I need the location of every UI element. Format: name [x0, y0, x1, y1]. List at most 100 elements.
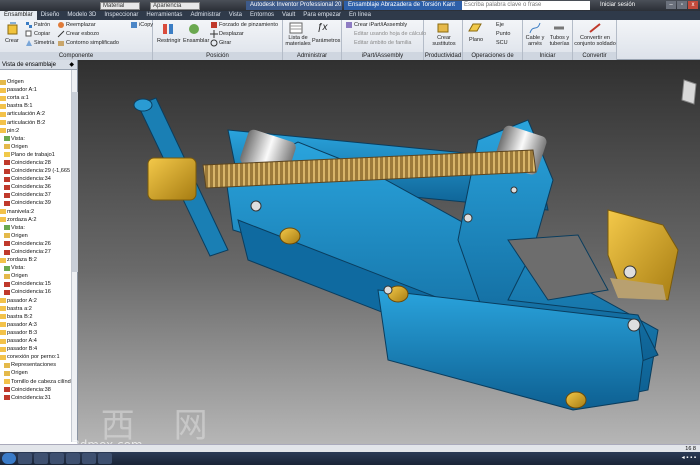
browser-tree-item[interactable]: Plano de trabajo1	[0, 151, 72, 159]
browser-scrollbar[interactable]	[71, 70, 78, 442]
browser-tree-item[interactable]: Vista:	[0, 264, 72, 272]
browser-tree-item[interactable]: Coincidencia:34	[0, 175, 72, 183]
editar-hoja-button[interactable]: Editar usando hoja de cálculo	[354, 31, 426, 37]
browser-tree-item[interactable]: Coincidencia:38	[0, 386, 72, 394]
browser-tree-item[interactable]: Origen	[0, 78, 72, 86]
browser-tree-item[interactable]: Origen	[0, 272, 72, 280]
taskbar-app-1[interactable]	[18, 453, 32, 464]
browser-tree-item[interactable]: manivela:2	[0, 208, 72, 216]
girar-button[interactable]: Girar	[219, 40, 231, 46]
browser-tree-item[interactable]: Coincidencia:29 (-1,665 m)	[0, 167, 72, 175]
browser-tree-item[interactable]: Origen	[0, 232, 72, 240]
browser-tree-item[interactable]: Coincidencia:26	[0, 240, 72, 248]
minimize-button[interactable]: –	[666, 1, 676, 9]
browser-tree-item[interactable]: Coincidencia:28	[0, 159, 72, 167]
place-component-icon[interactable]	[6, 22, 20, 36]
weldment-icon[interactable]	[588, 22, 602, 34]
cable-arnes-button[interactable]: Cable y arnés	[524, 35, 546, 47]
browser-tree-item[interactable]: zordaza B:2	[0, 256, 72, 264]
substitute-icon[interactable]	[436, 22, 450, 34]
browser-tree-item[interactable]: Coincidencia:15	[0, 280, 72, 288]
assemble-icon[interactable]	[187, 22, 201, 36]
browser-tree-item[interactable]: pasador A:4	[0, 337, 72, 345]
plano-button[interactable]: Plano	[469, 37, 483, 43]
browser-tree-item[interactable]: Coincidencia:16	[0, 288, 72, 296]
browser-tree-item[interactable]: pasador A:2	[0, 297, 72, 305]
eje-button[interactable]: Eje	[496, 22, 504, 28]
close-button[interactable]: x	[688, 1, 698, 9]
tab-vault[interactable]: Vault	[278, 11, 299, 20]
scu-button[interactable]: SCU	[496, 40, 508, 46]
tab-entornos[interactable]: Entornos	[246, 11, 278, 20]
tab-inspeccionar[interactable]: Inspeccionar	[100, 11, 142, 20]
appearance-combo[interactable]: Apariencia	[150, 1, 200, 10]
taskbar-app-5[interactable]	[82, 453, 96, 464]
browser-tree-item[interactable]: Vista:	[0, 224, 72, 232]
copiar-button[interactable]: Copiar	[34, 31, 50, 37]
browser-tree-item[interactable]: conexión por perno:1	[0, 353, 72, 361]
cable-icon[interactable]	[529, 22, 541, 34]
browser-tree-item[interactable]: Vista:	[0, 135, 72, 143]
tubos-tuberias-button[interactable]: Tubos y tuberías	[547, 35, 572, 47]
browser-tree-item[interactable]: articulación A:2	[0, 110, 72, 118]
browser-search-icon[interactable]: ◆	[69, 60, 74, 70]
tab-modelo-3d[interactable]: Modelo 3D	[63, 11, 100, 20]
tab-vista[interactable]: Vista	[225, 11, 246, 20]
forzado-button[interactable]: Forzado de pinzamiento	[219, 22, 278, 28]
tab-herramientas[interactable]: Herramientas	[142, 11, 186, 20]
browser-view-select[interactable]: Vista de ensamblaje	[2, 62, 56, 68]
crear-button[interactable]: Crear	[5, 38, 19, 44]
patron-button[interactable]: Patrón	[34, 22, 50, 28]
bom-icon[interactable]	[289, 22, 303, 34]
taskbar-app-6[interactable]	[98, 453, 112, 464]
tab-ensamblar[interactable]: Ensamblar	[0, 11, 37, 20]
browser-tree-item[interactable]: Coincidencia:27	[0, 248, 72, 256]
reemplazar-button[interactable]: Reemplazar	[66, 22, 96, 28]
browser-tree-item[interactable]: Coincidencia:39	[0, 199, 72, 207]
tab-diseno[interactable]: Diseño	[37, 11, 64, 20]
sign-in-link[interactable]: Iniciar sesión	[600, 0, 635, 11]
browser-tree-item[interactable]: bastra a:2	[0, 305, 72, 313]
browser-tree-item[interactable]: zordaza A:2	[0, 216, 72, 224]
taskbar-app-4[interactable]	[66, 453, 80, 464]
start-button[interactable]	[2, 453, 16, 464]
lista-materiales-button[interactable]: Lista de materiales	[284, 35, 312, 47]
browser-tree-item[interactable]: articulación B:2	[0, 118, 72, 126]
help-search-input[interactable]: Escriba palabra clave o frase	[462, 1, 590, 10]
contorno-simplificado-button[interactable]: Contorno simplificado	[66, 40, 119, 46]
browser-tree-item[interactable]: pasador B:4	[0, 345, 72, 353]
ensamblar-button[interactable]: Ensamblar	[183, 38, 209, 44]
browser-tree-item[interactable]: pasador B:3	[0, 329, 72, 337]
browser-tree-item[interactable]: Coincidencia:31	[0, 394, 72, 402]
browser-tree-item[interactable]: Representaciones	[0, 361, 72, 369]
browser-tree-item[interactable]: Origen	[0, 143, 72, 151]
material-combo[interactable]: Material	[100, 1, 140, 10]
tab-administrar[interactable]: Administrar	[186, 11, 224, 20]
crear-ipart-button[interactable]: Crear iPart/iAssembly	[354, 22, 407, 28]
taskbar-app-3[interactable]	[50, 453, 64, 464]
browser-tree-item[interactable]: Coincidencia:36	[0, 183, 72, 191]
browser-tree-item[interactable]: Tornillo de cabeza cilíndrica c	[0, 377, 72, 385]
browser-tree-item[interactable]: pasador A:3	[0, 321, 72, 329]
simetria-button[interactable]: Simetría	[34, 40, 54, 46]
maximize-button[interactable]: ▫	[677, 1, 687, 9]
icopy-button[interactable]: iCopy	[139, 22, 153, 28]
crear-sustitutos-button[interactable]: Crear sustitutos	[427, 35, 461, 47]
convertir-button[interactable]: Convertir en conjunto soldado	[574, 35, 616, 47]
browser-tree-item[interactable]: bastra B:1	[0, 102, 72, 110]
constrain-icon[interactable]	[161, 22, 175, 36]
editar-familia-button[interactable]: Editar ámbito de familia	[354, 40, 411, 46]
punto-button[interactable]: Punto	[496, 31, 510, 37]
plane-icon[interactable]	[468, 22, 482, 34]
restringir-button[interactable]: Restringir	[157, 38, 181, 44]
browser-tree-item[interactable]: pin:2	[0, 127, 72, 135]
taskbar-app-2[interactable]	[34, 453, 48, 464]
browser-tree-item[interactable]: bastra B:2	[0, 313, 72, 321]
tab-para-empezar[interactable]: Para empezar	[299, 11, 345, 20]
parametros-button[interactable]: Parámetros	[312, 38, 340, 44]
desplazar-button[interactable]: Desplazar	[219, 31, 244, 37]
tube-icon[interactable]	[553, 22, 565, 34]
browser-tree-item[interactable]: corta a:1	[0, 94, 72, 102]
tab-en-linea[interactable]: En línea	[345, 11, 375, 20]
browser-tree-item[interactable]: Coincidencia:37	[0, 191, 72, 199]
